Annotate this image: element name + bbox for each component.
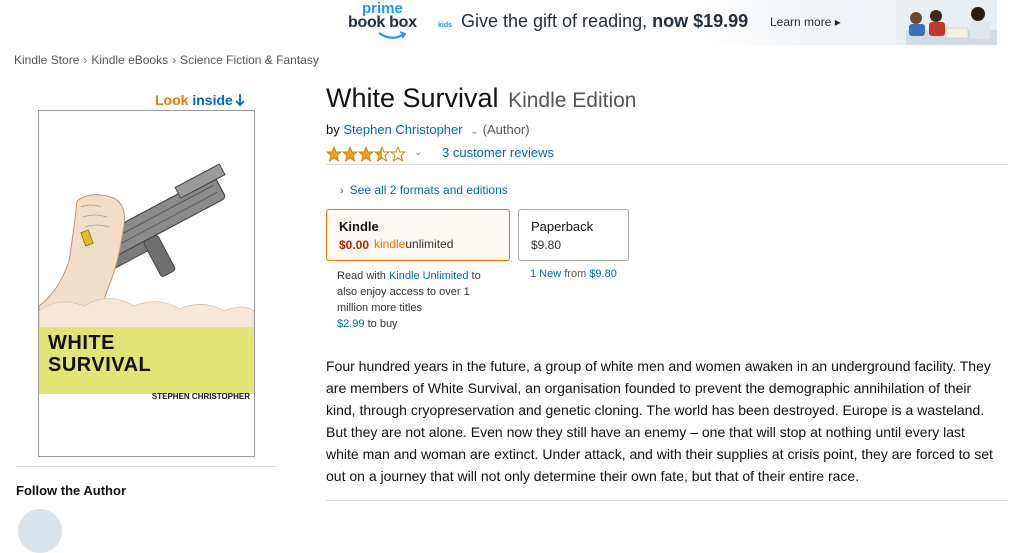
banner-kids-text: kids [438,22,453,29]
prime-book-box-banner[interactable]: prime book box kids Give the gift of rea… [348,0,997,45]
description-divider [326,500,1008,501]
buy-suffix: to buy [367,318,398,330]
look-inside-look: Look [155,92,189,108]
banner-bookbox-text: book box [348,14,417,31]
rating-chevron-down-icon[interactable]: ⌄ [414,147,422,158]
breadcrumb-kindle-ebooks[interactable]: Kindle eBooks [91,53,168,67]
family-reading-image [896,0,997,45]
new-from-text: from [564,268,587,280]
look-inside-arrow-icon [235,94,245,107]
author-role: (Author) [482,122,530,137]
kindle-unlimited-link[interactable]: Kindle Unlimited [389,270,468,282]
new-offers-link[interactable]: 1 New [530,268,561,280]
banner-offer: Give the gift of reading, now $19.99 [461,11,748,32]
book-description: Four hundred years in the future, a grou… [326,358,993,484]
product-edition: Kindle Edition [508,89,637,112]
cover-title: WHITE SURVIVAL [48,332,151,376]
format-paperback-name: Paperback [531,219,594,234]
kindle-unlimited-logo: kindleunlimited [374,237,453,251]
cover-title-line2: SURVIVAL [48,354,152,376]
author-chevron-down-icon[interactable]: ⌄ [470,126,478,137]
breadcrumb-separator-icon: › [83,53,88,67]
star-half-icon [374,145,390,162]
look-inside-inside: inside [192,92,233,108]
banner-learn-more-link[interactable]: Learn more ▸ [770,15,841,29]
kindle-unlimited-note: Read with Kindle Unlimited to also enjoy… [337,268,497,332]
banner-offer-text: Give the gift of reading, [461,11,648,31]
author-link[interactable]: Stephen Christopher [343,122,462,137]
cover-illustration [39,163,254,328]
amazon-smile-icon [378,31,406,39]
buy-price-link[interactable]: $2.99 [337,318,365,330]
see-all-formats-link[interactable]: See all 2 formats and editions [350,183,508,197]
new-from-price-link[interactable]: $9.80 [589,268,617,280]
left-divider [16,466,277,467]
format-paperback-price: $9.80 [531,238,562,252]
breadcrumb: Kindle Store › Kindle eBooks › Science Ficti… [14,53,319,67]
product-title-text: White Survival [326,83,499,113]
format-kindle-price: $0.00 [339,238,370,252]
star-full-icon [342,145,358,162]
byline-by: by [326,122,340,137]
star-rating[interactable] [326,145,406,162]
breadcrumb-kindle-store[interactable]: Kindle Store [14,53,79,67]
banner-offer-price: now $19.99 [652,11,749,31]
ku-unlimited-word: unlimited [405,237,454,251]
ku-note-pre: Read with [337,270,386,282]
follow-the-author-heading: Follow the Author [16,483,126,498]
product-title: White Survival Kindle Edition [326,83,636,114]
paperback-new-from: 1 New from $9.80 [530,268,617,280]
cover-author: STEPHEN CHRISTOPHER [151,392,250,401]
cover-title-line1: WHITE [48,332,115,354]
author-avatar[interactable] [18,509,62,553]
look-inside-button[interactable]: Look inside [155,92,246,108]
title-divider [326,164,1008,165]
chevron-right-icon: › [340,185,344,197]
customer-reviews-link[interactable]: 3 customer reviews [442,145,554,160]
breadcrumb-separator-icon: › [172,53,177,67]
byline: by Stephen Christopher ⌄ (Author) [326,122,530,137]
star-full-icon [326,145,342,162]
book-cover-image[interactable]: WHITE SURVIVAL STEPHEN CHRISTOPHER [38,110,255,457]
star-empty-icon [390,145,406,162]
format-paperback-button[interactable]: Paperback $9.80 [518,209,629,261]
see-all-formats[interactable]: › See all 2 formats and editions [340,183,508,197]
star-full-icon [358,145,374,162]
ku-kindle-word: kindle [374,237,406,251]
breadcrumb-scifi-fantasy[interactable]: Science Fiction & Fantasy [180,53,319,67]
format-kindle-name: Kindle [339,219,379,234]
format-kindle-button[interactable]: Kindle $0.00 kindleunlimited [326,209,510,261]
